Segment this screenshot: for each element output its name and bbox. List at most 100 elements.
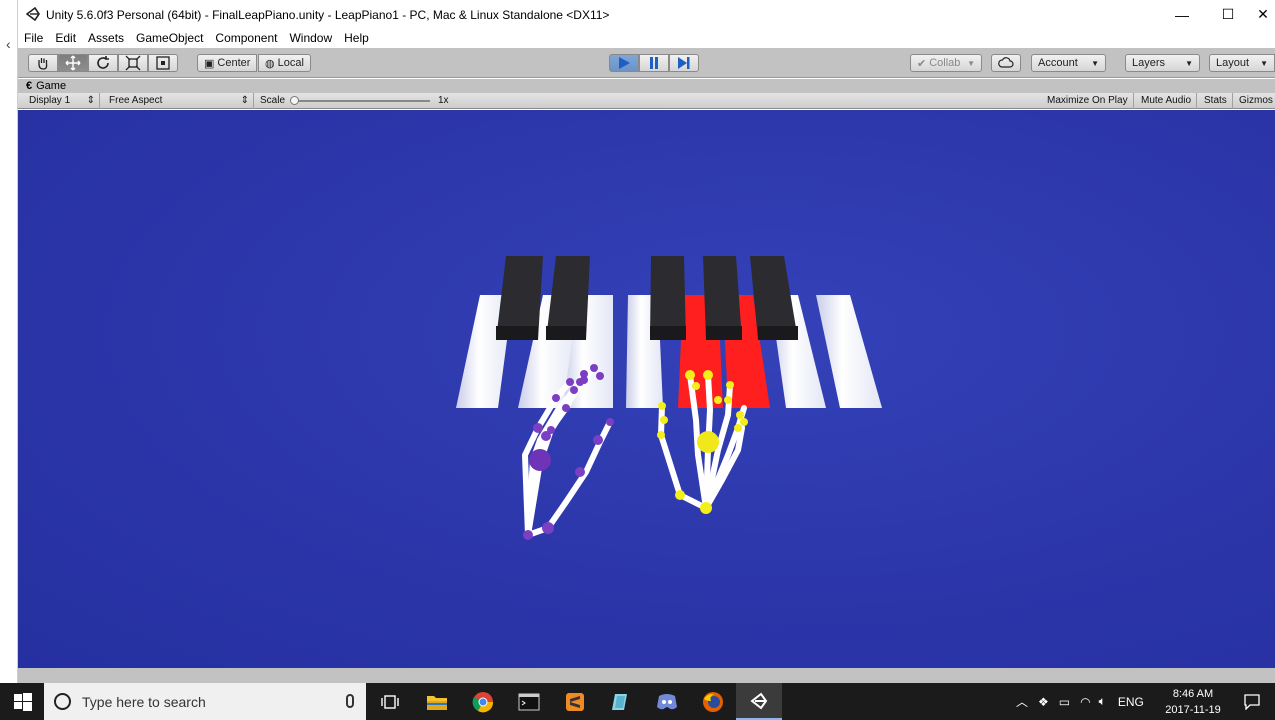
chrome-button[interactable] [460,683,506,720]
status-strip [18,668,1275,683]
scale-value: 1x [438,95,449,106]
menu-gameobject[interactable]: GameObject [130,29,209,48]
folder-icon [427,695,447,710]
collab-label: Collab [929,57,961,69]
scale-slider-handle[interactable] [290,96,299,105]
sublime-text-button[interactable] [552,683,598,720]
black-key-front [546,326,586,340]
joint [576,378,584,386]
joint [606,418,614,426]
task-view-button[interactable] [367,683,413,720]
battery-icon[interactable]: ▭ [1059,695,1070,709]
game-tab[interactable]: € Game [26,80,66,92]
joint [714,396,722,404]
file-explorer-button[interactable] [414,683,460,720]
windows-taskbar: Type here to search ︿ ❖ ▭ ◠ 🔈︎ ENG 8:46 … [0,683,1275,720]
cloud-button[interactable] [991,54,1021,72]
scale-tool-button[interactable] [118,54,148,72]
wifi-icon[interactable]: ◠ [1080,695,1090,709]
aspect-label: Free Aspect [109,95,163,106]
display-dropdown[interactable]: Display 1 ⇕ [24,93,100,109]
maximize-button[interactable]: ☐ [1205,0,1251,29]
firefox-button[interactable] [690,683,736,720]
account-label: Account [1038,57,1078,69]
blue-app-icon [612,693,627,710]
action-center-button[interactable] [1229,683,1275,720]
pause-button[interactable] [639,54,669,72]
mute-audio-toggle[interactable]: Mute Audio [1136,93,1198,109]
menu-bar: File Edit Assets GameObject Component Wi… [18,29,1275,48]
game-tab-label: Game [36,80,67,92]
pivot-local-button[interactable]: ◍ Local [258,54,311,72]
joint [547,426,555,434]
game-tab-row: € Game [18,79,1275,93]
close-button[interactable]: ✕ [1251,0,1275,29]
joint [692,382,700,390]
play-icon [619,57,630,69]
microphone-icon[interactable] [346,694,354,708]
collab-button[interactable]: ✔ Collab ▼ [910,54,982,72]
maximize-on-play-toggle[interactable]: Maximize On Play [1042,93,1134,109]
left-window-edge: ‹ [0,0,18,683]
account-dropdown[interactable]: Account ▼ [1031,54,1106,72]
start-button[interactable] [0,683,46,720]
terminal-icon [518,693,540,710]
layers-dropdown[interactable]: Layers ▼ [1125,54,1200,72]
pivot-center-button[interactable]: ▣ Center [197,54,258,72]
joint [562,404,570,412]
joint [660,416,668,424]
joint [593,435,603,445]
menu-window[interactable]: Window [283,29,338,48]
game-viewport[interactable] [18,110,1275,668]
language-indicator[interactable]: ENG [1118,695,1144,709]
minimize-button[interactable]: — [1159,0,1205,29]
cloud-icon [998,57,1014,68]
menu-file[interactable]: File [18,29,49,48]
back-arrow-icon[interactable]: ‹ [6,36,11,52]
menu-component[interactable]: Component [209,29,283,48]
pause-icon [650,57,658,69]
aspect-dropdown[interactable]: Free Aspect ⇕ [104,93,254,109]
joint [697,431,719,453]
stats-toggle[interactable]: Stats [1199,93,1233,109]
show-hidden-icons-icon[interactable]: ︿ [1016,693,1028,710]
black-key-front [496,326,538,340]
game-tab-icon: € [26,80,33,92]
volume-icon[interactable]: 🔈︎ [1099,694,1106,709]
local-globe-icon: ◍ [265,57,275,70]
joint [724,396,732,404]
gizmos-toggle[interactable]: Gizmos [1234,93,1275,109]
menu-assets[interactable]: Assets [82,29,130,48]
joint [734,424,742,432]
unity-editor-window: Unity 5.6.0f3 Personal (64bit) - FinalLe… [18,0,1275,683]
layout-label: Layout [1216,57,1250,69]
aspect-dropdown-icon: ⇕ [240,95,249,106]
joint [675,490,685,500]
account-dropdown-icon: ▼ [1091,58,1099,68]
layout-dropdown-icon: ▼ [1260,58,1268,68]
dropbox-icon[interactable]: ❖ [1038,695,1049,709]
pivot-center-label: Center [217,57,251,69]
joint [685,370,695,380]
taskbar-search-box[interactable]: Type here to search [44,683,366,720]
move-tool-button[interactable] [58,54,88,72]
rect-tool-button[interactable] [148,54,178,72]
cortana-circle-icon [54,693,71,710]
menu-edit[interactable]: Edit [49,29,82,48]
app-button[interactable] [598,683,644,720]
unity-taskbar-button[interactable] [736,683,782,720]
taskbar-clock[interactable]: 8:46 AM 2017-11-19 [1160,686,1226,718]
clock-date: 2017-11-19 [1165,704,1221,716]
layout-dropdown[interactable]: Layout ▼ [1209,54,1275,72]
rotate-tool-button[interactable] [88,54,118,72]
discord-icon [657,693,677,709]
step-button[interactable] [669,54,699,72]
hand-tool-button[interactable] [28,54,58,72]
collab-check-icon: ✔ [917,57,927,70]
terminal-button[interactable] [506,683,552,720]
play-button[interactable] [609,54,639,72]
discord-button[interactable] [644,683,690,720]
scale-slider-track[interactable] [294,100,430,102]
system-tray: ︿ ❖ ▭ ◠ 🔈︎ ENG [1016,683,1144,720]
menu-help[interactable]: Help [338,29,375,48]
